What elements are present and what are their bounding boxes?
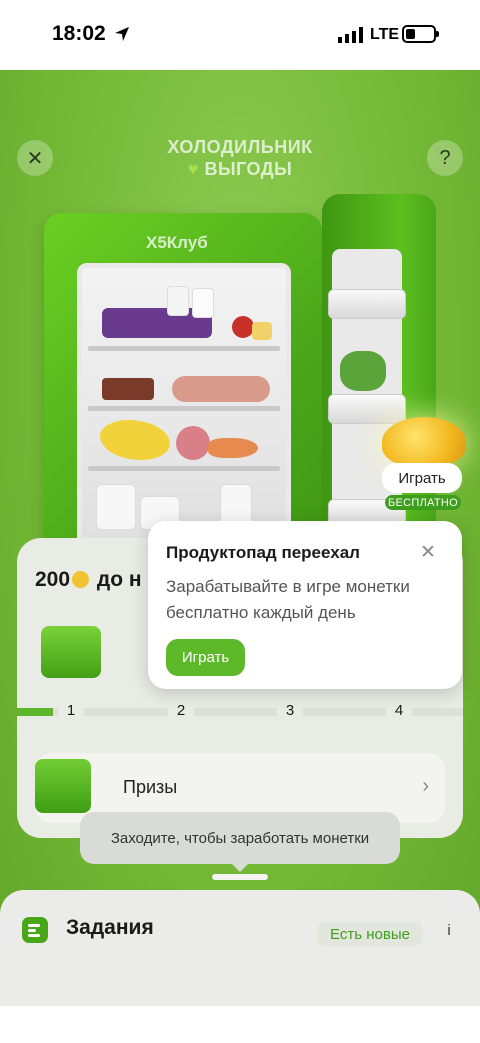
network-type: LTE: [370, 26, 400, 43]
lettuce: [340, 351, 386, 391]
cake: [102, 378, 154, 400]
signal-icon: [338, 27, 363, 43]
apple: [232, 316, 254, 338]
toast-pointer: [232, 864, 248, 872]
fridge-shelf: [88, 346, 280, 351]
cheese: [252, 322, 272, 340]
fridge-shelf: [88, 406, 280, 411]
tasks-list-icon: [22, 917, 48, 943]
progress-step: 1: [58, 702, 84, 719]
gift-icon: [35, 759, 91, 813]
close-button[interactable]: ✕: [17, 140, 53, 176]
progress-suffix: до н: [96, 568, 142, 591]
info-icon[interactable]: i: [440, 922, 458, 946]
game-title-line2: ВЫГОДЫ: [204, 159, 293, 179]
prizes-label: Призы: [123, 777, 178, 797]
door-shelf: [328, 394, 406, 424]
status-time: 18:02: [52, 22, 106, 45]
close-icon[interactable]: ✕: [416, 541, 440, 565]
progress-step: 3: [277, 702, 303, 719]
progress-amount: 200: [35, 568, 71, 591]
sausage: [172, 376, 270, 402]
progress-step: 2: [168, 702, 194, 719]
door-shelf: [328, 289, 406, 319]
close-icon: ✕: [26, 147, 44, 170]
bananas: [100, 420, 170, 460]
sheet-handle[interactable]: [212, 874, 268, 880]
moved-popup: Продуктопад переехал ✕ Зарабатывайте в и…: [148, 521, 462, 689]
play-free-button[interactable]: Играть: [382, 463, 462, 493]
game-title-line1: ХОЛОДИЛЬНИК: [167, 137, 313, 157]
location-arrow-icon: [115, 27, 129, 41]
tasks-new-badge: Есть новые: [317, 922, 423, 946]
tasks-sheet[interactable]: Задания Есть новые i: [0, 890, 480, 1006]
pomegranate: [176, 426, 210, 460]
progress-step: 4: [386, 702, 412, 719]
milk-carton: [96, 484, 136, 530]
tasks-title: Задания: [66, 916, 154, 939]
basket-icon: [41, 626, 101, 678]
help-button[interactable]: ?: [427, 140, 463, 176]
battery-icon: [402, 25, 439, 43]
free-tag: БЕСПЛАТНО: [385, 495, 461, 510]
carrots: [208, 438, 258, 458]
question-icon: ?: [439, 146, 451, 169]
milk-bottle: [167, 286, 189, 316]
coin-icon: [72, 571, 90, 588]
home-indicator-area: [0, 1006, 480, 1043]
coins-icon[interactable]: [382, 417, 466, 467]
brand-logo: Х5Клуб: [146, 233, 208, 252]
hint-toast: Заходите, чтобы заработать монетки: [80, 812, 400, 864]
popup-title: Продуктопад переехал: [166, 543, 360, 562]
chevron-right-icon: ›: [422, 775, 429, 797]
yogurt-bottle: [192, 288, 214, 318]
fridge-shelf: [88, 466, 280, 471]
popup-text: Зарабатывайте в игре монетки бесплатно к…: [166, 577, 410, 622]
progress-fill: [17, 708, 53, 716]
progress-title: 200 до н: [35, 568, 142, 592]
play-button[interactable]: Играть: [166, 639, 245, 676]
heart-icon: ♥: [187, 159, 199, 179]
status-bar: 18:02 LTE: [0, 0, 480, 70]
game-title: ХОЛОДИЛЬНИК ♥ ВЫГОДЫ: [140, 136, 340, 180]
